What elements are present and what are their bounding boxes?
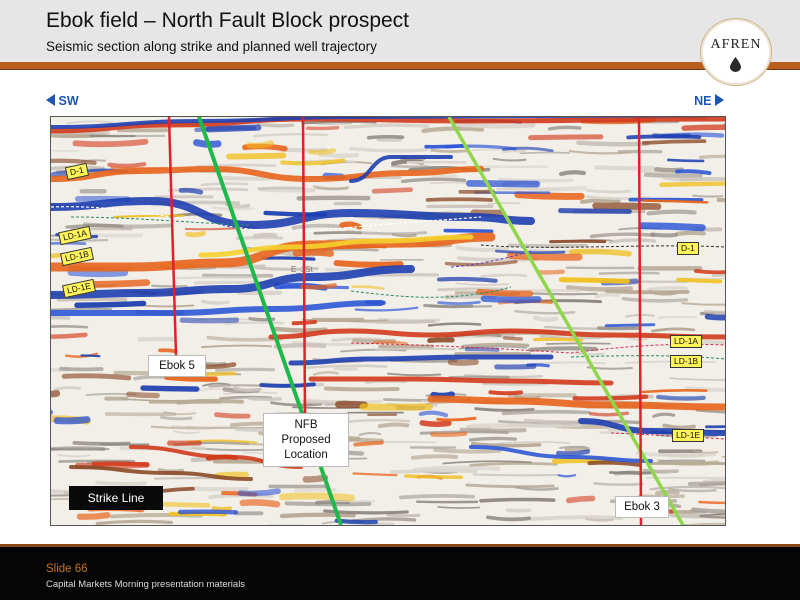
slide-footer (0, 544, 800, 600)
nfb-line-2: Proposed (281, 434, 331, 446)
footer-divider (0, 544, 800, 547)
logo-wordmark: AFREN (710, 37, 762, 52)
direction-ne: NE (694, 94, 724, 108)
direction-ne-label: NE (694, 94, 712, 108)
horizon-tag-ld1b-right: LD-1B (670, 355, 703, 368)
header-divider-shadow (0, 69, 800, 70)
afren-logo: AFREN (700, 18, 772, 86)
right-arrow-icon (715, 94, 724, 106)
horizon-tag-ld1a-right: LD-1A (670, 335, 703, 348)
horizon-tag-d1-right: D-1 (677, 242, 699, 255)
direction-sw: SW (46, 94, 79, 108)
faint-horizon-label: E_1St (291, 265, 313, 274)
well-label-nfb-proposed: NFB Proposed Location (263, 413, 349, 467)
seismic-section: D-1 LD-1A LD-1B LD-1E D-1 LD-1A LD-1B LD… (50, 116, 726, 526)
strike-line-label: Strike Line (69, 486, 163, 510)
seismic-image (51, 117, 725, 525)
left-arrow-icon (46, 94, 55, 106)
nfb-line-3: Location (284, 449, 328, 461)
slide-number: Slide 66 (46, 563, 88, 575)
well-label-ebok5: Ebok 5 (148, 355, 206, 377)
slide-subtitle: Seismic section along strike and planned… (46, 39, 377, 54)
horizon-tag-ld1e-right: LD-1E (672, 429, 705, 442)
footer-caption: Capital Markets Morning presentation mat… (46, 579, 246, 590)
nfb-line-1: NFB (294, 419, 318, 431)
header-divider (0, 62, 800, 69)
direction-sw-label: SW (58, 94, 79, 108)
well-label-ebok3: Ebok 3 (615, 496, 669, 518)
slide-title: Ebok field – North Fault Block prospect (46, 9, 410, 32)
oil-drop-icon (730, 57, 741, 72)
